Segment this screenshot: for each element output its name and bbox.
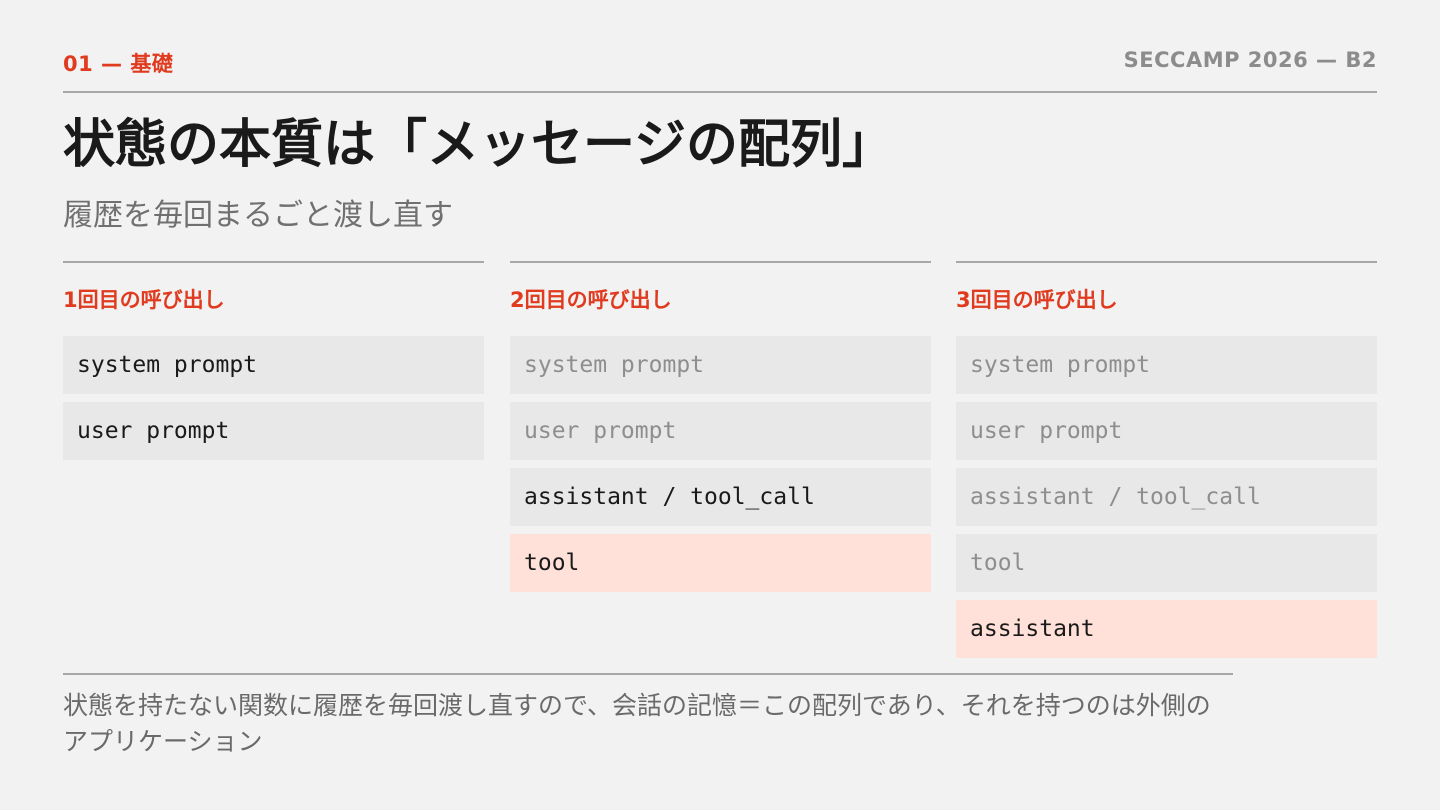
message-user-prompt: user prompt — [63, 402, 484, 460]
call-column-3: 3回目の呼び出し system prompt user prompt assis… — [956, 261, 1377, 666]
message-user-prompt: user prompt — [510, 402, 931, 460]
column-heading: 1回目の呼び出し — [63, 288, 225, 312]
event-label: SECCAMP 2026 — B2 — [1123, 48, 1377, 72]
slide-header: 01 — 基礎 SECCAMP 2026 — B2 — [63, 44, 1377, 78]
message-list: system prompt user prompt — [63, 336, 484, 460]
column-divider — [956, 261, 1377, 263]
column-heading: 2回目の呼び出し — [510, 288, 672, 312]
call-column-2: 2回目の呼び出し system prompt user prompt assis… — [510, 261, 931, 600]
message-tool: tool — [510, 534, 931, 592]
footer-note: 状態を持たない関数に履歴を毎回渡し直すので、会話の記憶＝この配列であり、それを持… — [63, 691, 1211, 756]
message-assistant-tool-call: assistant / tool_call — [510, 468, 931, 526]
message-system-prompt: system prompt — [63, 336, 484, 394]
column-heading: 3回目の呼び出し — [956, 288, 1118, 312]
slide-subtitle: 履歴を毎回まるごと渡し直す — [63, 198, 453, 233]
column-divider — [63, 261, 484, 263]
call-columns: 1回目の呼び出し system prompt user prompt 2回目の呼… — [63, 261, 1377, 661]
message-system-prompt: system prompt — [956, 336, 1377, 394]
section-label: 01 — 基礎 — [63, 52, 174, 76]
column-divider — [510, 261, 931, 263]
message-assistant-tool-call: assistant / tool_call — [956, 468, 1377, 526]
slide-title: 状態の本質は「メッセージの配列」 — [63, 115, 894, 175]
footer-divider — [63, 673, 1233, 675]
message-tool: tool — [956, 534, 1377, 592]
header-divider — [63, 91, 1377, 93]
slide: 01 — 基礎 SECCAMP 2026 — B2 状態の本質は「メッセージの配… — [63, 0, 1377, 810]
message-user-prompt: user prompt — [956, 402, 1377, 460]
message-list: system prompt user prompt assistant / to… — [510, 336, 931, 592]
message-list: system prompt user prompt assistant / to… — [956, 336, 1377, 658]
call-column-1: 1回目の呼び出し system prompt user prompt — [63, 261, 484, 468]
message-assistant: assistant — [956, 600, 1377, 658]
message-system-prompt: system prompt — [510, 336, 931, 394]
